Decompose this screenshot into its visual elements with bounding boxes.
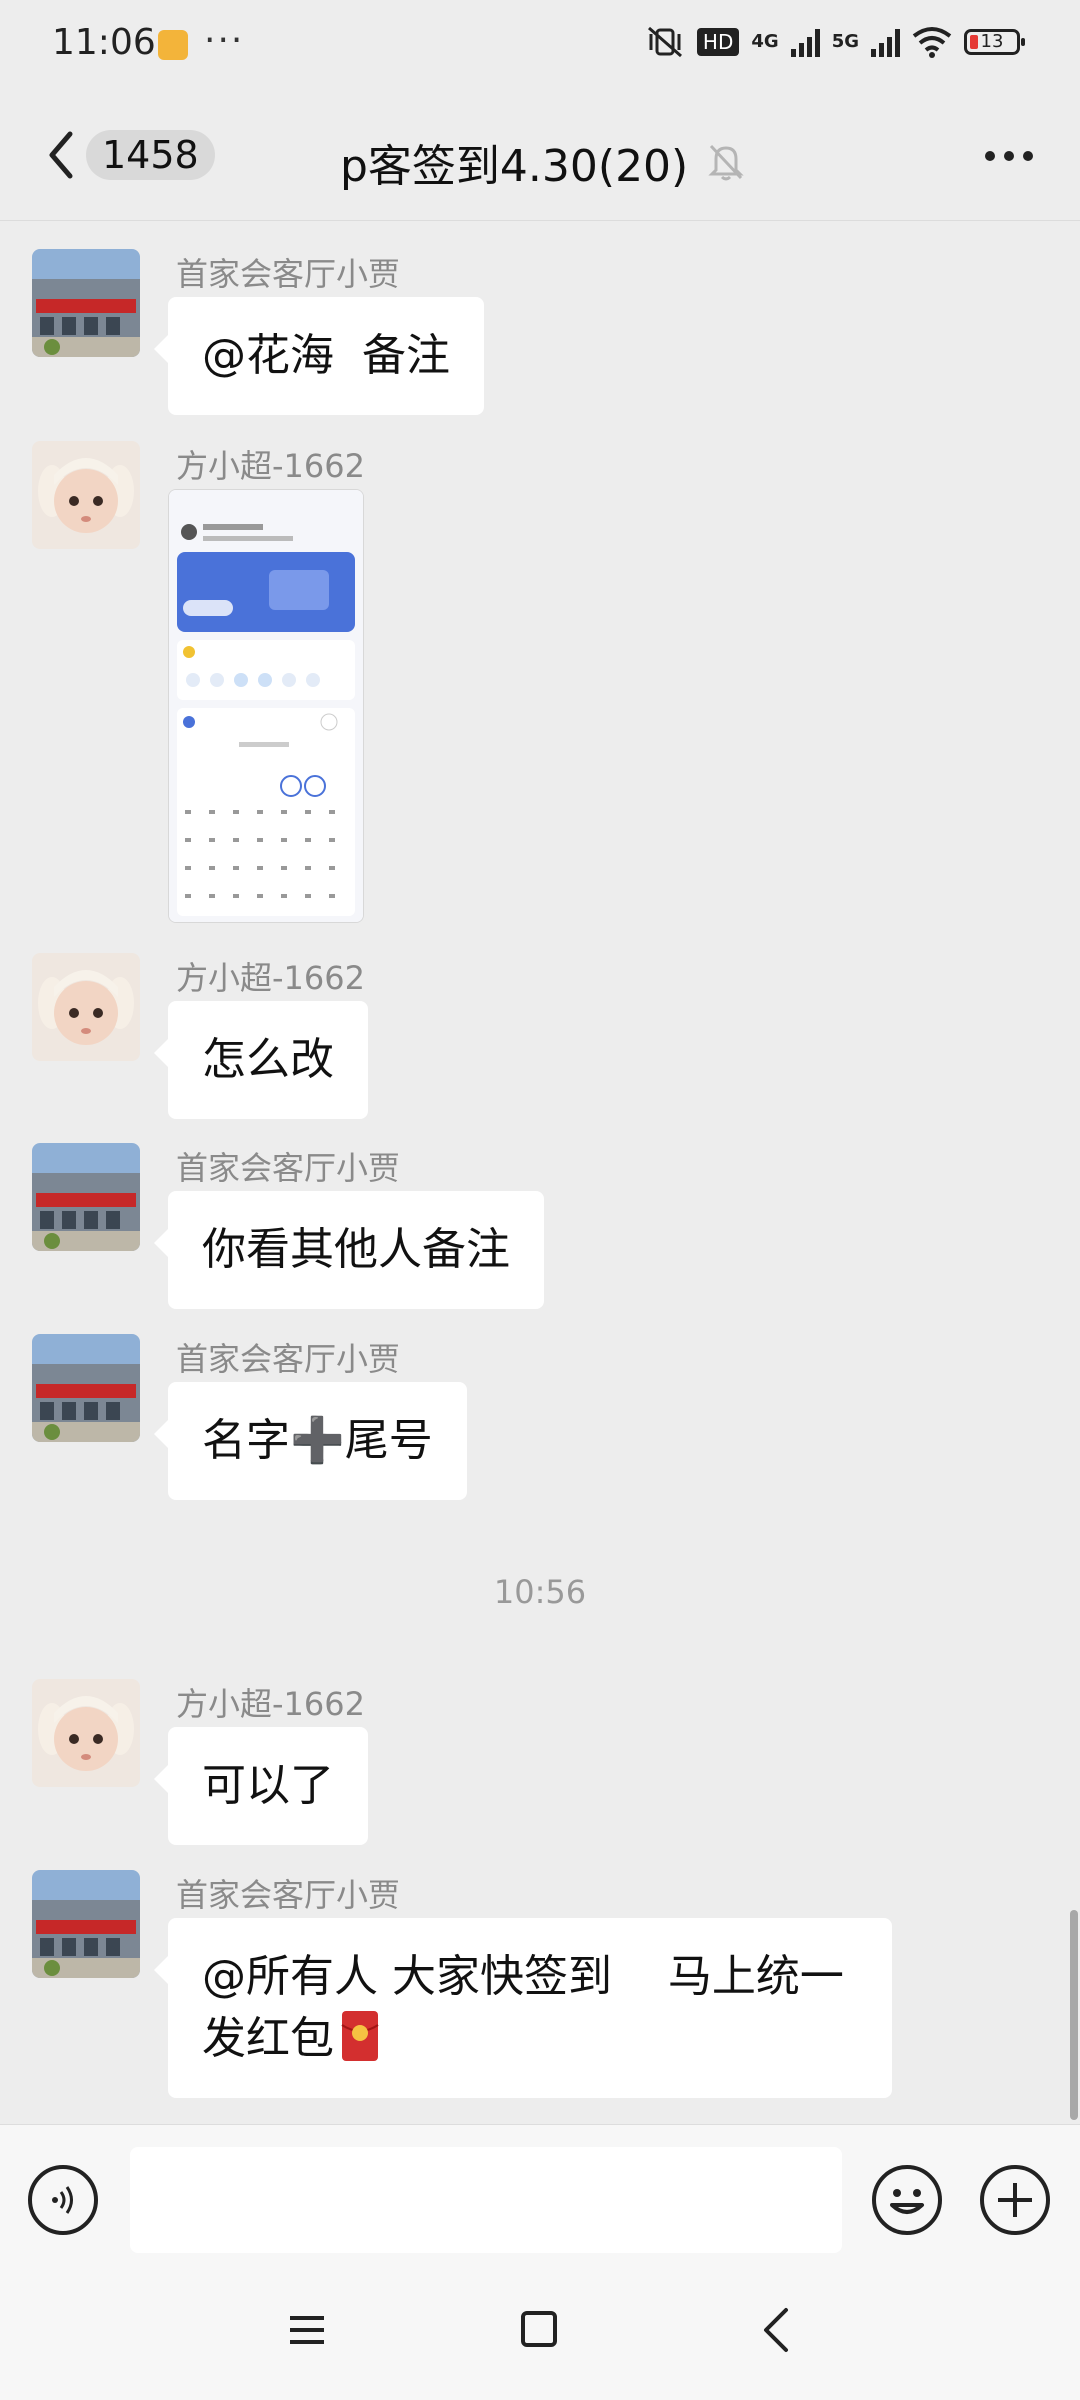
avatar[interactable] (32, 953, 140, 1061)
sender-name: 方小超-1662 (176, 1685, 365, 1723)
message-bubble[interactable]: @花海 备注 (154, 297, 484, 415)
chat-scrollbar[interactable] (1070, 1910, 1078, 2120)
building-avatar-icon (32, 1334, 140, 1442)
avatar[interactable] (32, 1870, 140, 1978)
menu-icon[interactable] (288, 2312, 326, 2348)
smile-icon (890, 2189, 924, 2214)
message-item: 方小超-1662 怎么改 (0, 953, 1080, 1119)
nav-back-icon[interactable] (756, 2306, 796, 2354)
more-dots-icon (985, 151, 1033, 161)
building-avatar-icon (32, 1143, 140, 1251)
home-square-icon[interactable] (521, 2311, 557, 2347)
avatar[interactable] (32, 1143, 140, 1251)
message-item: 方小超-1662 (0, 441, 1080, 931)
sender-name: 首家会客厅小贾 (176, 1149, 401, 1187)
sender-name: 方小超-1662 (176, 447, 365, 485)
vibrate-off-icon (647, 26, 682, 58)
status-more-dots: ··· (204, 20, 245, 61)
building-avatar-icon (32, 249, 140, 357)
battery-level: 13 (980, 31, 1004, 52)
time-divider: 10:56 (493, 1573, 587, 1611)
message-input[interactable] (130, 2147, 842, 2253)
baby-avatar-icon (32, 1679, 140, 1787)
message-text: @所有人 大家快签到 马上统一 发红包 (202, 1951, 844, 2064)
back-button[interactable] (36, 120, 86, 190)
building-avatar-icon (32, 1870, 140, 1978)
more-options-button[interactable] (974, 126, 1044, 186)
status-indicators: HD 4G 5G 13 (645, 24, 1025, 60)
avatar[interactable] (32, 441, 140, 549)
emoji-button[interactable] (872, 2165, 942, 2235)
screenshot-thumbnail (169, 490, 363, 922)
chat-title: p客签到4.30(20) (340, 141, 689, 192)
sender-name: 首家会客厅小贾 (176, 1340, 401, 1378)
sender-name: 首家会客厅小贾 (176, 255, 401, 293)
signal-5g-icon (871, 27, 900, 57)
network-5g-label: 5G (831, 31, 859, 52)
bell-off-icon (708, 144, 744, 181)
message-bubble[interactable]: 怎么改 (154, 1001, 368, 1119)
message-item: 首家会客厅小贾 名字➕尾号 (0, 1334, 1080, 1500)
message-item: 首家会客厅小贾 @花海 备注 (0, 249, 1080, 415)
chat-title-group[interactable]: p客签到4.30(20) (340, 130, 744, 194)
avatar[interactable] (32, 1334, 140, 1442)
battery-icon: 13 (964, 29, 1025, 55)
message-bubble[interactable]: 你看其他人备注 (154, 1191, 544, 1309)
hd-badge: HD (696, 28, 740, 56)
plus-icon (998, 2183, 1032, 2217)
notification-app-icon (158, 30, 188, 60)
chevron-left-icon (49, 131, 73, 179)
voice-button[interactable] (28, 2165, 98, 2235)
baby-avatar-icon (32, 953, 140, 1061)
wifi-icon (912, 27, 952, 58)
system-nav-bar (0, 2274, 1080, 2400)
message-bubble[interactable]: @所有人 大家快签到 马上统一 发红包 (154, 1918, 892, 2098)
baby-avatar-icon (32, 441, 140, 549)
sender-name: 方小超-1662 (176, 959, 365, 997)
message-list[interactable]: 首家会客厅小贾 @花海 备注 方小超-1662 方小超-1662 怎么改 首家会… (0, 221, 1080, 2121)
sender-name: 首家会客厅小贾 (176, 1876, 401, 1914)
message-bubble[interactable]: 可以了 (154, 1727, 368, 1845)
avatar[interactable] (32, 249, 140, 357)
status-time: 11:06 (52, 22, 156, 63)
image-message[interactable] (168, 489, 364, 923)
message-item: 首家会客厅小贾 @所有人 大家快签到 马上统一 发红包 (0, 1870, 1080, 2120)
avatar[interactable] (32, 1679, 140, 1787)
signal-4g-icon (790, 27, 820, 57)
network-4g-label: 4G (751, 31, 779, 52)
message-item: 首家会客厅小贾 你看其他人备注 (0, 1143, 1080, 1309)
unread-count-badge[interactable]: 1458 (86, 130, 215, 180)
more-functions-button[interactable] (980, 2165, 1050, 2235)
status-bar: 11:06 ··· HD 4G 5G 13 (0, 0, 1080, 90)
input-bar (0, 2124, 1080, 2275)
chat-header: 1458 p客签到4.30(20) (0, 90, 1080, 221)
voice-icon (52, 2186, 73, 2214)
message-item: 方小超-1662 可以了 (0, 1679, 1080, 1845)
red-envelope-icon (341, 2011, 379, 2061)
message-bubble[interactable]: 名字➕尾号 (154, 1382, 467, 1500)
